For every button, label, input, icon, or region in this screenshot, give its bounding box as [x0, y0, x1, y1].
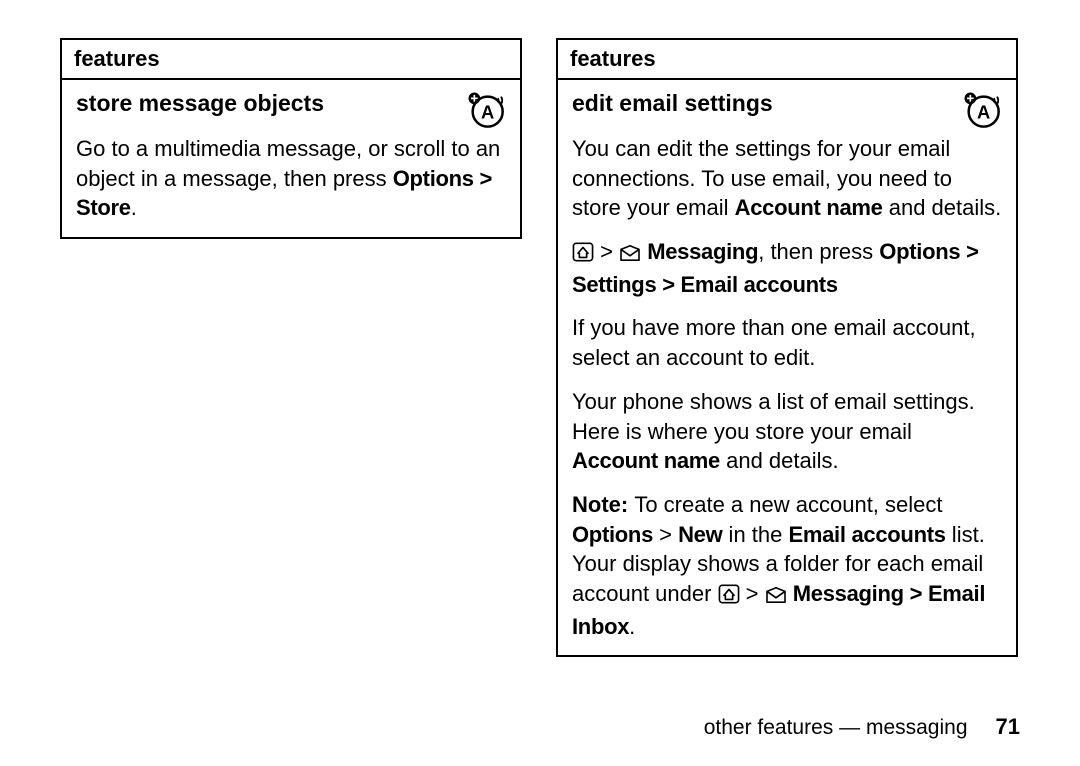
options-label: Options [879, 239, 960, 264]
text: and details. [720, 448, 839, 473]
feature-title-left: store message objects [76, 88, 458, 119]
text: Your phone shows a list of email setting… [572, 389, 975, 444]
gt: > [600, 239, 619, 264]
footer-text: other features — messaging [704, 716, 968, 739]
page-footer: other features — messaging 71 [704, 714, 1020, 740]
paragraph-1: You can edit the settings for your email… [572, 134, 1002, 223]
accessibility-icon: A [962, 90, 1002, 130]
box-header-right: features [558, 40, 1016, 80]
paragraph-2-nav: > Messaging, then press Options > Settin… [572, 237, 1002, 299]
paragraph-5-note: Note: To create a new account, select Op… [572, 490, 1002, 641]
text: and details. [883, 195, 1002, 220]
account-name-label: Account name [735, 195, 883, 220]
two-column-layout: features store message objects [60, 38, 1020, 657]
text: . [131, 195, 137, 220]
feature-title-right: edit email settings [572, 88, 954, 119]
envelope-icon [619, 240, 641, 270]
account-name-label: Account name [572, 448, 720, 473]
body-text-left: Go to a multimedia message, or scroll to… [76, 134, 506, 223]
box-header-left: features [62, 40, 520, 80]
accessibility-icon: A [466, 90, 506, 130]
email-accounts-label: Email accounts [788, 522, 945, 547]
title-row-left: store message objects A [76, 88, 506, 130]
svg-text:A: A [977, 101, 990, 122]
feature-box-left: features store message objects [60, 38, 522, 239]
new-label: New [678, 522, 722, 547]
text: , then press [758, 239, 879, 264]
messaging-label: Messaging [647, 239, 758, 264]
home-icon [572, 240, 594, 270]
gt: > [746, 581, 765, 606]
manual-page: features store message objects [0, 0, 1080, 766]
options-label: Options [572, 522, 653, 547]
note-label: Note: [572, 492, 634, 517]
title-row-right: edit email settings A [572, 88, 1002, 130]
messaging-label: Messaging [793, 581, 904, 606]
feature-box-right: features edit email settings A [556, 38, 1018, 657]
home-icon [718, 582, 740, 612]
text: . [629, 614, 635, 639]
box-body-left: store message objects A [62, 80, 520, 237]
text: in the [722, 522, 788, 547]
text: To create a new account, select [634, 492, 942, 517]
page-number: 71 [996, 714, 1020, 739]
paragraph-3: If you have more than one email account,… [572, 313, 1002, 372]
paragraph-4: Your phone shows a list of email setting… [572, 387, 1002, 476]
text: > [653, 522, 678, 547]
left-column: features store message objects [60, 38, 522, 657]
svg-text:A: A [481, 101, 494, 122]
box-body-right: edit email settings A [558, 80, 1016, 655]
envelope-icon [765, 582, 787, 612]
right-column: features edit email settings A [556, 38, 1018, 657]
